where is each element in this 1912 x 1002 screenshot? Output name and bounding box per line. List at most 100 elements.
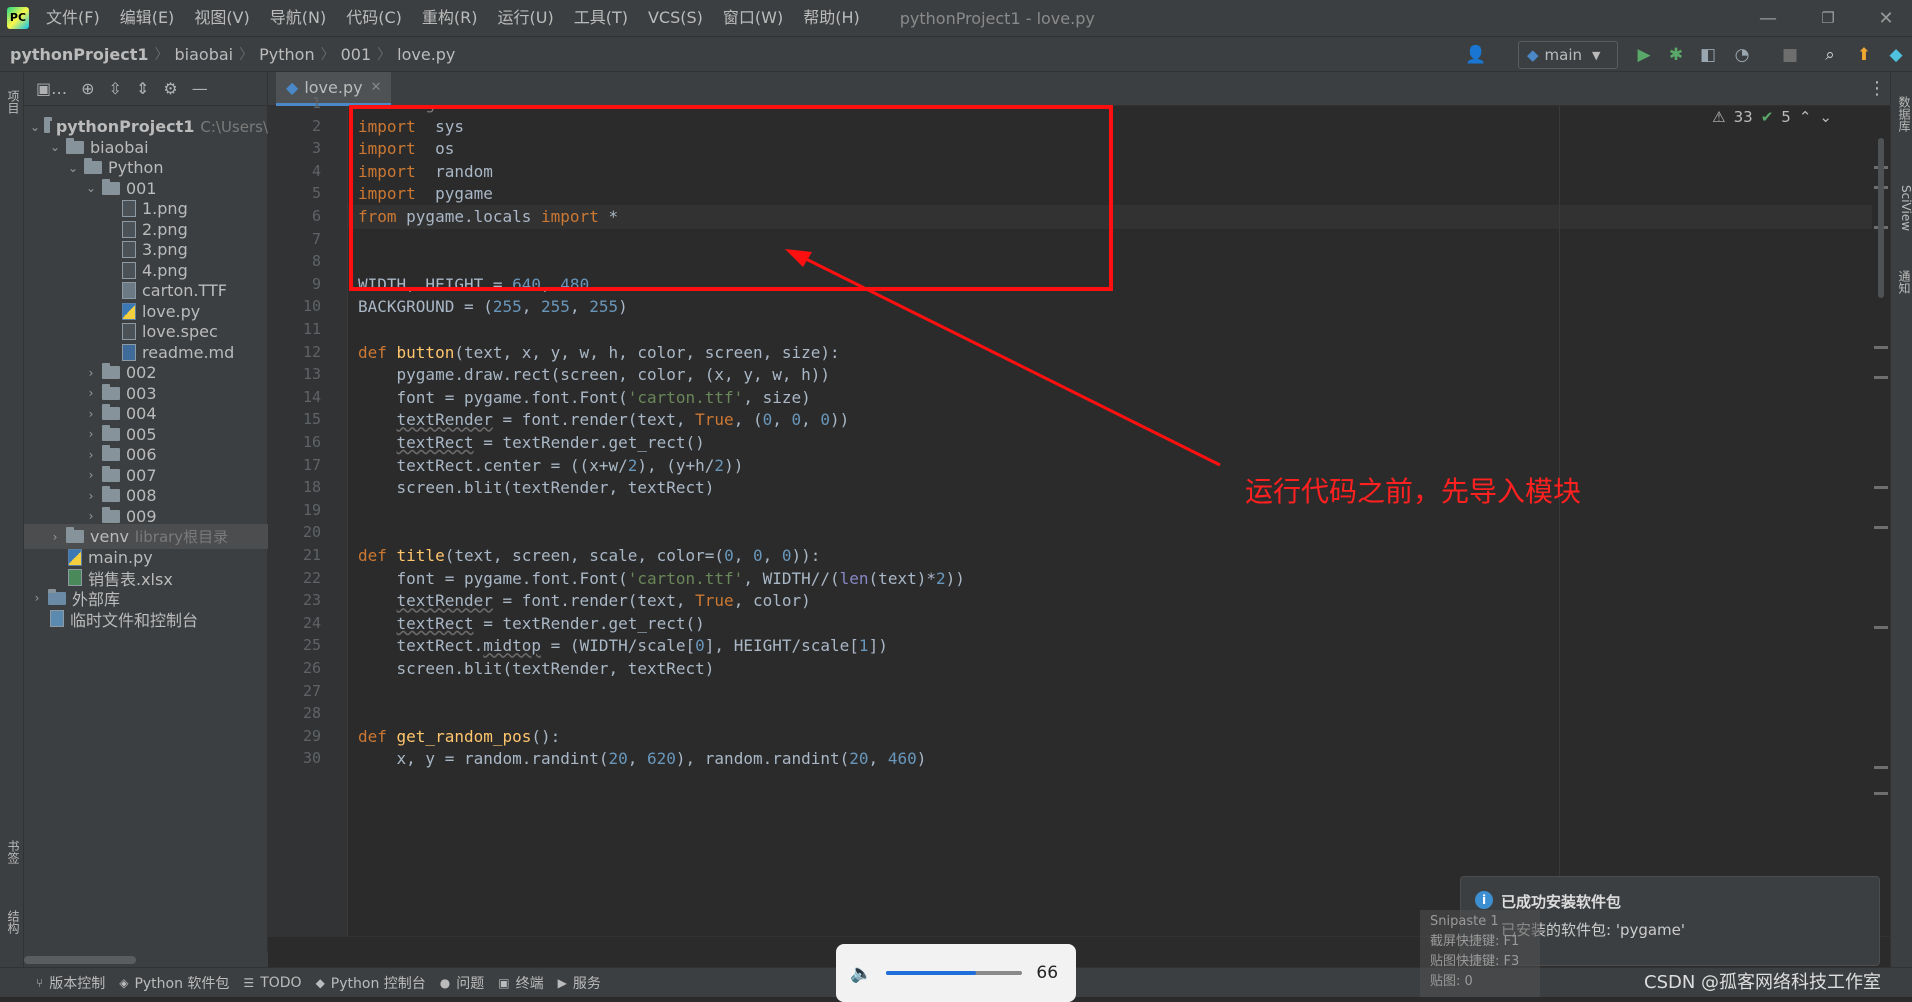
expand-all-icon[interactable]: ⇳	[109, 79, 122, 98]
menu-item[interactable]: 工具(T)	[564, 0, 638, 36]
code-line[interactable]: textRender = font.render(text, True, (0,…	[358, 408, 850, 432]
run-config-select[interactable]: ◆ main ▼	[1518, 41, 1618, 69]
chevron-icon[interactable]: ›	[84, 386, 98, 400]
debug-icon[interactable]: ✱	[1664, 43, 1688, 67]
collapse-all-icon[interactable]: ⇕	[136, 79, 149, 98]
status-item[interactable]: ● 问题	[440, 973, 484, 993]
stripe-marker[interactable]	[1874, 766, 1888, 769]
run-icon[interactable]: ▶	[1632, 43, 1656, 67]
breadcrumb-item[interactable]: 001	[337, 45, 376, 64]
tree-item[interactable]: 临时文件和控制台	[24, 606, 268, 631]
code-line[interactable]: screen.blit(textRender, textRect)	[358, 657, 715, 681]
chevron-icon[interactable]: ⌄	[66, 161, 80, 175]
project-scrollbar[interactable]	[24, 952, 268, 967]
status-item[interactable]: ☰ TODO	[243, 975, 301, 991]
coverage-icon[interactable]: ◧	[1696, 43, 1720, 67]
breadcrumb-item[interactable]: love.py	[393, 45, 459, 64]
code-line[interactable]: pygame.draw.rect(screen, color, (x, y, w…	[358, 363, 830, 387]
code-line[interactable]: textRender = font.render(text, True, col…	[358, 589, 811, 613]
database-tool-tab[interactable]: 数据库	[1893, 84, 1912, 144]
jetbrains-icon[interactable]: ◆	[1884, 43, 1908, 67]
close-tab-icon[interactable]: ✕	[371, 80, 382, 95]
volume-osd[interactable]: 🔈 66	[836, 944, 1076, 1002]
stripe-marker[interactable]	[1874, 346, 1888, 349]
sciview-tool-tab[interactable]: SciView	[1893, 168, 1912, 248]
code-line[interactable]: def button(text, x, y, w, h, color, scre…	[358, 341, 840, 365]
code-line[interactable]: x, y = random.randint(20, 620), random.r…	[358, 747, 927, 771]
code-line[interactable]: textRect = textRender.get_rect()	[358, 431, 705, 455]
next-highlight-icon[interactable]: ⌄	[1819, 108, 1832, 126]
chevron-icon[interactable]: ›	[84, 448, 98, 462]
code-line[interactable]: textRect.midtop = (WIDTH/scale[0], HEIGH…	[358, 634, 888, 658]
breadcrumb-item[interactable]: biaobai	[171, 45, 238, 64]
notifications-tool-tab[interactable]: 通知	[1893, 262, 1912, 302]
menu-item[interactable]: 文件(F)	[36, 0, 110, 36]
menu-item[interactable]: 重构(R)	[412, 0, 488, 36]
menu-item[interactable]: 视图(V)	[184, 0, 259, 36]
prev-highlight-icon[interactable]: ⌃	[1799, 108, 1812, 126]
code-line[interactable]: def get_random_pos():	[358, 725, 560, 749]
chevron-icon[interactable]: ›	[84, 366, 98, 380]
more-icon[interactable]: ⋮	[1868, 78, 1886, 99]
chevron-icon[interactable]: ›	[84, 489, 98, 503]
stripe-marker[interactable]	[1874, 626, 1888, 629]
locate-icon[interactable]: ⊕	[81, 79, 94, 98]
chevron-icon[interactable]: ›	[84, 468, 98, 482]
hide-icon[interactable]: —	[192, 79, 208, 98]
stop-icon[interactable]: ■	[1778, 43, 1802, 67]
code-line[interactable]: BACKGROUND = (255, 255, 255)	[358, 295, 628, 319]
volume-slider[interactable]	[886, 971, 1023, 975]
close-button[interactable]: ✕	[1856, 0, 1912, 36]
code-line[interactable]: screen.blit(textRender, textRect)	[358, 476, 715, 500]
chevron-icon[interactable]: ⌄	[48, 140, 62, 154]
menu-item[interactable]: 帮助(H)	[793, 0, 870, 36]
status-item[interactable]: ▣ 终端	[498, 973, 543, 993]
code-line[interactable]: font = pygame.font.Font('carton.ttf', si…	[358, 386, 811, 410]
menu-item[interactable]: VCS(S)	[638, 0, 713, 36]
chevron-icon[interactable]: ⌄	[84, 181, 98, 195]
menu-item[interactable]: 编辑(E)	[110, 0, 185, 36]
breadcrumb-item[interactable]: Python	[255, 45, 318, 64]
status-item[interactable]: ▶ 服务	[558, 973, 601, 993]
restore-button[interactable]: ❐	[1798, 0, 1858, 36]
code-line[interactable]: textRect.center = ((x+w/2), (y+h/2))	[358, 454, 744, 478]
profile-icon[interactable]: ◔	[1730, 43, 1754, 67]
menu-item[interactable]: 代码(C)	[336, 0, 412, 36]
status-item[interactable]: ◆ Python 控制台	[316, 973, 426, 993]
project-tool-tab[interactable]: 项目	[2, 82, 22, 122]
chevron-icon[interactable]: ›	[48, 530, 62, 544]
editor-scrollbar-thumb[interactable]	[1878, 138, 1884, 298]
speaker-icon[interactable]: 🔈	[850, 963, 872, 984]
code-line[interactable]: font = pygame.font.Font('carton.ttf', WI…	[358, 567, 965, 591]
project-view-icon[interactable]: ▣…	[36, 79, 67, 98]
error-stripe[interactable]	[1872, 106, 1890, 936]
chevron-icon[interactable]: ›	[30, 591, 44, 605]
breadcrumb-item[interactable]: pythonProject1	[6, 45, 153, 64]
console-icon: ◆	[315, 975, 325, 990]
inspection-widget[interactable]: ⚠ 33 ✔ 5 ⌃ ⌄	[1712, 108, 1832, 126]
status-item[interactable]: ⑂ 版本控制	[36, 973, 105, 993]
code-token: ,	[569, 297, 590, 317]
bookmarks-tool-tab[interactable]: 书签	[2, 832, 22, 872]
line-number: 28	[302, 704, 321, 723]
chevron-icon[interactable]: ›	[84, 509, 98, 523]
code-line[interactable]: textRect = textRender.get_rect()	[358, 612, 705, 636]
code-line[interactable]: def title(text, screen, scale, color=(0,…	[358, 544, 820, 568]
minimize-button[interactable]: —	[1738, 0, 1798, 36]
status-item[interactable]: ◈ Python 软件包	[119, 973, 229, 993]
chevron-icon[interactable]: ⌄	[30, 120, 40, 134]
stripe-marker[interactable]	[1874, 792, 1888, 795]
chevron-icon[interactable]: ›	[84, 407, 98, 421]
search-icon[interactable]: ⌕	[1818, 43, 1842, 67]
menu-item[interactable]: 导航(N)	[260, 0, 336, 36]
user-icon[interactable]: 👤	[1464, 43, 1488, 67]
menu-item[interactable]: 窗口(W)	[713, 0, 793, 36]
gear-icon[interactable]: ⚙	[163, 79, 177, 98]
chevron-icon[interactable]: ›	[84, 427, 98, 441]
stripe-marker[interactable]	[1874, 376, 1888, 379]
stripe-marker[interactable]	[1874, 486, 1888, 489]
menu-item[interactable]: 运行(U)	[488, 0, 564, 36]
structure-tool-tab[interactable]: 结构	[2, 902, 22, 942]
stripe-marker[interactable]	[1874, 526, 1888, 529]
update-icon[interactable]: ⬆	[1852, 43, 1876, 67]
